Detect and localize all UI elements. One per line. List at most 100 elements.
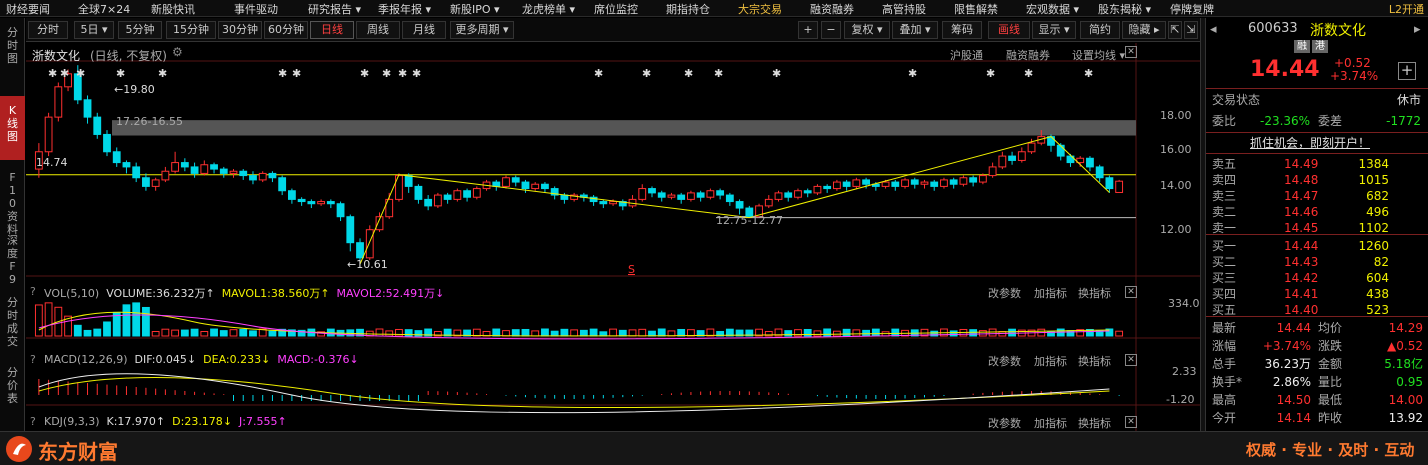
book-row[interactable]: 卖二 14.46 496	[1206, 204, 1428, 220]
candle	[151, 179, 160, 187]
vol-add-button[interactable]: 加指标	[1034, 285, 1067, 301]
candle	[492, 181, 501, 187]
toolbar-button[interactable]: ⇲	[1184, 21, 1198, 39]
menu-item[interactable]: 财经要闻	[6, 1, 50, 17]
side-tab[interactable]: 分价表	[0, 358, 25, 414]
toolbar-button[interactable]: 更多周期 ▾	[450, 21, 514, 39]
book-row[interactable]: 卖四 14.48 1015	[1206, 172, 1428, 188]
toolbar-button[interactable]: ⇱	[1168, 21, 1182, 39]
menu-item[interactable]: 席位监控	[594, 1, 638, 17]
toolbar-button[interactable]: 15分钟	[166, 21, 216, 39]
menu-item[interactable]: 宏观数据 ▾	[1026, 1, 1079, 17]
toolbar-button[interactable]: 隐藏 ▸	[1122, 21, 1166, 39]
side-tab[interactable]: F10资料	[0, 163, 25, 236]
margin-link[interactable]: 融资融券	[1006, 47, 1050, 63]
candle	[638, 188, 647, 200]
stats-row: 最高 14.50 最低 14.00	[1212, 393, 1423, 407]
toolbar-button[interactable]: 5日 ▾	[74, 21, 114, 39]
kdj-help-icon[interactable]: ?	[30, 415, 36, 428]
toolbar-button[interactable]: 周线	[356, 21, 400, 39]
close-macd-icon[interactable]: ✕	[1125, 354, 1137, 366]
candle	[326, 201, 335, 205]
settings-gear-icon[interactable]: ⚙	[172, 45, 183, 59]
event-marker-icon: ✱	[278, 67, 287, 80]
menu-item[interactable]: 研究报告 ▾	[308, 1, 361, 17]
toolbar-button[interactable]: 复权 ▾	[844, 21, 890, 39]
volume-bar	[609, 328, 617, 337]
toolbar-button[interactable]: 画线	[988, 21, 1030, 39]
candle	[891, 181, 900, 187]
toolbar-button[interactable]: 日线	[310, 21, 354, 39]
stats-row: 今开 14.14 昨收 13.92	[1212, 411, 1423, 425]
side-tab[interactable]: 深度F9	[0, 226, 25, 286]
toolbar-button[interactable]: 5分钟	[118, 21, 162, 39]
menu-item[interactable]: 融资融券	[810, 1, 854, 17]
kdj-param-button[interactable]: 改参数	[988, 415, 1021, 431]
menu-item[interactable]: 停牌复牌	[1170, 1, 1214, 17]
open-account-link[interactable]: 抓住机会，即刻开户！	[1250, 134, 1370, 151]
menu-item[interactable]: 全球7×24	[78, 1, 130, 17]
side-tab[interactable]: 分时成交	[0, 288, 25, 358]
menu-item[interactable]: 股东揭秘 ▾	[1098, 1, 1151, 17]
kdj-add-button[interactable]: 加指标	[1034, 415, 1067, 431]
toolbar-button[interactable]: 简约	[1080, 21, 1120, 39]
kdj-switch-button[interactable]: 换指标	[1078, 415, 1111, 431]
book-row[interactable]: 卖三 14.47 682	[1206, 188, 1428, 204]
add-watchlist-button[interactable]: +	[1398, 62, 1416, 80]
toolbar-button[interactable]: 叠加 ▾	[892, 21, 938, 39]
prev-stock-icon[interactable]: ◂	[1210, 22, 1217, 37]
book-row[interactable]: 买二 14.43 82	[1206, 254, 1428, 270]
candle	[599, 201, 608, 205]
volume-bar	[249, 330, 257, 337]
toolbar-button[interactable]: 筹码	[942, 21, 982, 39]
side-tab[interactable]: 分时图	[0, 18, 25, 78]
macd-param-button[interactable]: 改参数	[988, 353, 1021, 369]
volume-bar	[949, 330, 958, 337]
divider	[1206, 88, 1428, 89]
vol-switch-button[interactable]: 换指标	[1078, 285, 1111, 301]
book-row[interactable]: 买一 14.44 1260	[1206, 238, 1428, 254]
hsgt-link[interactable]: 沪股通	[950, 47, 983, 63]
toolbar-button[interactable]: 显示 ▾	[1032, 21, 1076, 39]
candle	[472, 188, 481, 198]
toolbar-button[interactable]: 月线	[402, 21, 446, 39]
menu-item[interactable]: 季报年报 ▾	[378, 1, 431, 17]
candle	[862, 179, 871, 185]
menu-item[interactable]: 新股快讯	[151, 1, 195, 17]
side-tab[interactable]: K线图	[0, 96, 25, 160]
menu-item[interactable]: 高管持股	[882, 1, 926, 17]
kline-chart-svg[interactable]: ✱ ✱ ✱ ✱ ✱ ✱ ✱ ✱ ✱ ✱ ✱ ✱ ✱ ✱ ✱ ✱ ✱ ✱ ✱ ✱	[26, 43, 1200, 431]
l2-open-link[interactable]: L2开通	[1389, 1, 1424, 17]
close-kdj-icon[interactable]: ✕	[1125, 416, 1137, 428]
candle	[1115, 180, 1124, 193]
candle	[959, 177, 968, 185]
book-row[interactable]: 买四 14.41 438	[1206, 286, 1428, 302]
menu-item[interactable]: 龙虎榜单 ▾	[522, 1, 575, 17]
toolbar-button[interactable]: +	[798, 21, 818, 39]
menu-item[interactable]: 限售解禁	[954, 1, 998, 17]
close-kline-icon[interactable]: ✕	[1125, 46, 1137, 58]
macd-switch-button[interactable]: 换指标	[1078, 353, 1111, 369]
macd-add-button[interactable]: 加指标	[1034, 353, 1067, 369]
vol-param-button[interactable]: 改参数	[988, 285, 1021, 301]
volume-bar	[151, 330, 160, 337]
menu-item[interactable]: 期指持仓	[666, 1, 710, 17]
top-menu-bar: 财经要闻 全球7×24 新股快讯 事件驱动 研究报告 ▾ 季报年报 ▾ 新股IPO ▾ 龙虎榜…	[0, 0, 1428, 17]
book-row[interactable]: 买三 14.42 604	[1206, 270, 1428, 286]
macd-help-icon[interactable]: ?	[30, 353, 36, 366]
ma-setting-link[interactable]: 设置均线 ▾	[1072, 47, 1125, 63]
next-stock-icon[interactable]: ▸	[1414, 22, 1421, 37]
candle	[784, 192, 793, 198]
menu-item[interactable]: 事件驱动	[234, 1, 278, 17]
toolbar-button[interactable]: 60分钟	[264, 21, 308, 39]
menu-item[interactable]: 大宗交易	[738, 1, 782, 17]
close-vol-icon[interactable]: ✕	[1125, 286, 1137, 298]
toolbar-button[interactable]: −	[821, 21, 841, 39]
volume-bar	[1115, 330, 1124, 337]
book-row[interactable]: 卖五 14.49 1384	[1206, 156, 1428, 172]
toolbar-button[interactable]: 分时	[28, 21, 68, 39]
toolbar-button[interactable]: 30分钟	[218, 21, 262, 39]
vol-help-icon[interactable]: ?	[30, 285, 36, 298]
menu-item[interactable]: 新股IPO ▾	[450, 1, 500, 17]
candle	[287, 190, 296, 200]
